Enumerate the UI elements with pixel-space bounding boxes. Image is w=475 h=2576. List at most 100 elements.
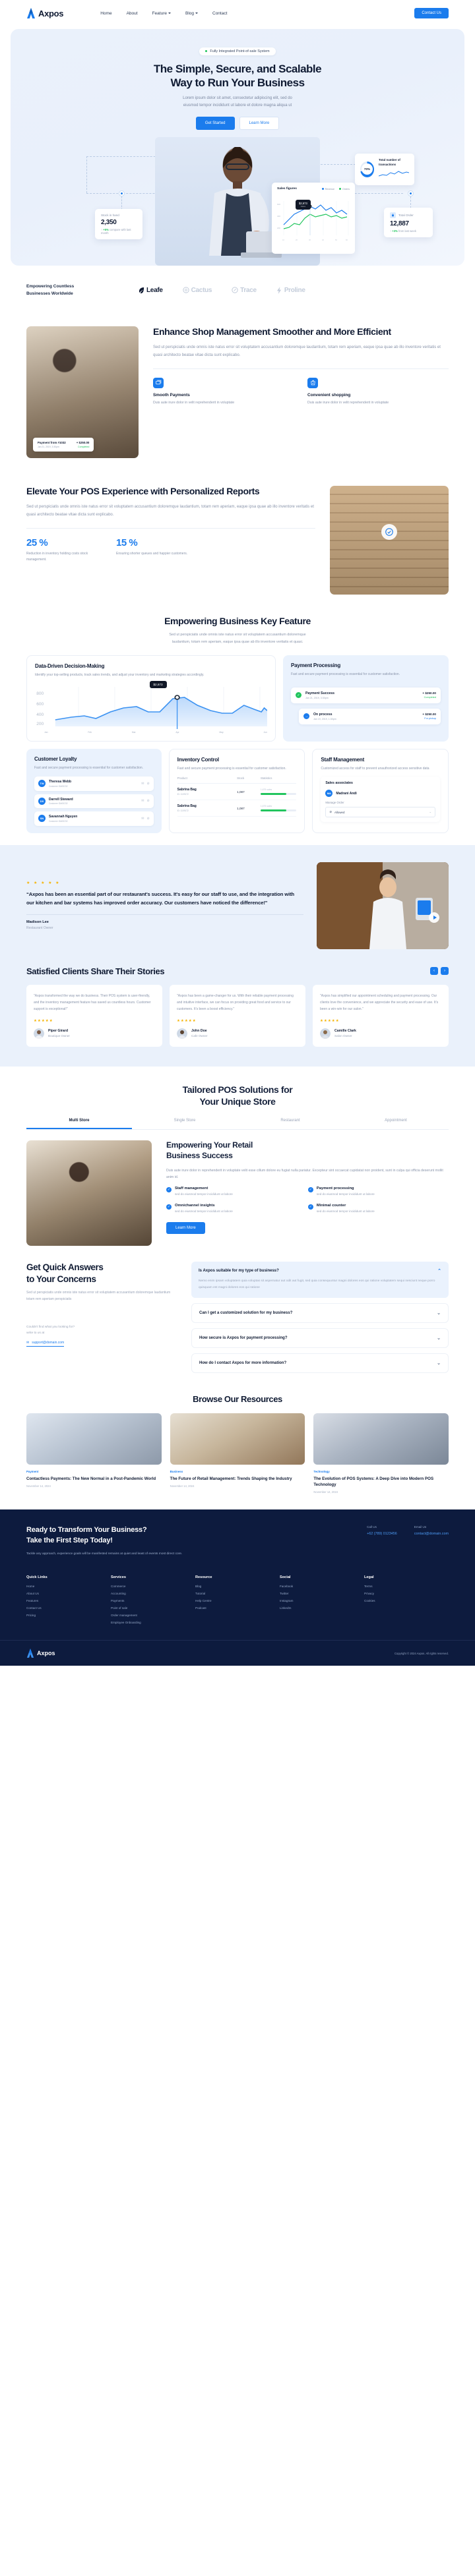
footer-link[interactable]: Payments (111, 1599, 195, 1602)
chevron-down-icon[interactable]: ⌄ (437, 1335, 441, 1341)
play-button-icon[interactable] (429, 912, 439, 923)
stat-desc: Reduction in inventory holding costs sto… (26, 551, 88, 562)
cta-call-value[interactable]: +62 (789) 0123456 (367, 1532, 397, 1536)
check-title: Omnichannel insights (175, 1203, 215, 1208)
feature-title: Smooth Payments (153, 392, 190, 397)
chevron-down-icon[interactable]: ⌄ (437, 1310, 441, 1316)
resource-card[interactable]: Payment Contactless Payments: The New No… (26, 1413, 162, 1494)
resource-card[interactable]: Technology The Evolution of POS Systems:… (313, 1413, 449, 1494)
data-card-desc: Identify your top-selling products, trac… (35, 673, 205, 678)
svg-text:400: 400 (36, 713, 44, 717)
feature-desc: Duis aute irure dolor in velit reprehend… (307, 400, 389, 405)
testimonial-card: "Axpos has simplified our appointment sc… (313, 984, 449, 1047)
chevron-down-icon[interactable]: ⌄ (437, 1361, 441, 1366)
resources-grid: Payment Contactless Payments: The New No… (0, 1413, 475, 1494)
status-dot-icon (205, 50, 208, 52)
resource-card[interactable]: Business The Future of Retail Management… (170, 1413, 305, 1494)
footer-link[interactable]: Cookies (364, 1599, 449, 1602)
tailored-tabs: Multi Store Single Store Restaurant Appo… (26, 1119, 449, 1130)
faq-item-open[interactable]: Is Axpos suitable for my type of busines… (191, 1262, 449, 1298)
manage-order-select[interactable]: ⊘ Allowed ⌄ (325, 807, 436, 818)
faq-item[interactable]: How secure is Axpos for payment processi… (191, 1328, 449, 1348)
brand-name: Axpos (38, 8, 64, 18)
list-item[interactable]: SN Savannah Nguyen Customer ID#00232 ✉ ⊘ (34, 811, 154, 826)
nav-link-blog[interactable]: Blog (185, 11, 198, 16)
carousel-next-button[interactable]: › (441, 967, 449, 976)
footer-link[interactable]: Accounting (111, 1592, 195, 1595)
support-email-link[interactable]: ✉ support@domain.com (26, 1341, 65, 1347)
footer-link[interactable]: Blog (195, 1585, 280, 1588)
tab-single-store[interactable]: Single Store (132, 1119, 238, 1129)
mail-icon[interactable]: ✉ (141, 799, 144, 803)
footer-logo[interactable]: Axpos (26, 1649, 55, 1658)
footer-link[interactable]: Twitter (280, 1592, 364, 1595)
tailored-title-line2: Your Unique Store (199, 1096, 276, 1107)
faq-question-row[interactable]: Can I get a customized solution for my b… (199, 1310, 441, 1316)
footer-link[interactable]: Commerce (111, 1585, 195, 1588)
tailored-panel: Empowering Your Retail Business Success … (26, 1140, 449, 1246)
chevron-up-icon[interactable]: ⌃ (437, 1268, 441, 1273)
block-icon[interactable]: ⊘ (146, 817, 149, 821)
brand-logo[interactable]: Axpos (26, 8, 64, 18)
faq-note-line1: Couldn't find what you looking for? (26, 1326, 75, 1330)
faq-item[interactable]: Can I get a customized solution for my b… (191, 1303, 449, 1323)
contact-us-button[interactable]: Contact Us (414, 8, 449, 18)
footer-link[interactable]: LinkedIn (280, 1606, 364, 1610)
block-icon[interactable]: ⊘ (146, 782, 149, 786)
nav-link-home[interactable]: Home (100, 11, 111, 16)
footer-link[interactable]: Facebook (280, 1585, 364, 1588)
mail-icon[interactable]: ✉ (141, 782, 144, 786)
footer-link[interactable]: Privacy (364, 1592, 449, 1595)
faq-item[interactable]: How do I contact Axpos for more informat… (191, 1353, 449, 1373)
faq-question-row[interactable]: How secure is Axpos for payment processi… (199, 1335, 441, 1341)
panel-checklist: ✓ Staff management sed do eiusmod tempor… (166, 1186, 449, 1214)
footer-link[interactable]: Point of sale (111, 1606, 195, 1610)
faq-question-row[interactable]: Is Axpos suitable for my type of busines… (199, 1268, 441, 1273)
staff-title: Staff Management (321, 756, 365, 763)
footer-link[interactable]: Pricing (26, 1614, 111, 1617)
brands-label-line1: Empowering Countless (26, 284, 75, 289)
footer-link[interactable]: Help Centre (195, 1599, 280, 1602)
faq-question-row[interactable]: How do I contact Axpos for more informat… (199, 1361, 441, 1366)
resource-image (26, 1413, 162, 1465)
tab-multi-store[interactable]: Multi Store (26, 1119, 132, 1130)
cta-email-value[interactable]: contact@domain.com (414, 1532, 449, 1536)
testimonial-video[interactable] (317, 862, 449, 949)
panel-desc: Duis aute irure dolor in reprehenderit i… (166, 1169, 443, 1180)
tab-restaurant[interactable]: Restaurant (238, 1119, 343, 1129)
footer-link[interactable]: Podcast (195, 1606, 280, 1610)
get-started-button[interactable]: Get Started (195, 117, 235, 131)
learn-more-button[interactable]: Learn More (239, 117, 280, 131)
footer-link[interactable]: Employee Onboarding (111, 1621, 195, 1624)
footer-link[interactable]: Home (26, 1585, 111, 1588)
payment-row-status: For pickup (424, 717, 436, 720)
footer-link[interactable]: Terms (364, 1585, 449, 1588)
loyalty-desc: Fast and secure payment processing is es… (34, 765, 144, 770)
check-desc: sed do eiusmod tempor incididunt ut labo… (175, 1192, 233, 1196)
panel-learn-more-button[interactable]: Learn More (166, 1222, 205, 1235)
donut-title-line1: Total number of (379, 158, 400, 162)
payment-row-success: ✓ Payment Success Jan 21, 2019, 3:30pm +… (290, 687, 441, 703)
footer-link[interactable]: Order management (111, 1614, 195, 1617)
footer-link[interactable]: About Us (26, 1592, 111, 1595)
tailored-title: Tailored POS Solutions for Your Unique S… (26, 1084, 449, 1109)
tab-appointment[interactable]: Appointment (343, 1119, 449, 1129)
footer-link[interactable]: Instagram (280, 1599, 364, 1602)
stock-card-label: Stock in hand (101, 214, 119, 218)
list-item[interactable]: DS Darrell Steward Customer ID#00232 ✉ ⊘ (34, 794, 154, 809)
cta-description: Tackle any approach, experience goals wi… (26, 1552, 183, 1556)
order-card-delta: ↑ +3% from last week (390, 229, 416, 233)
nav-link-feature[interactable]: Feature (152, 11, 171, 16)
footer-link[interactable]: Features (26, 1599, 111, 1602)
list-item[interactable]: TW Theresa Webb Customer ID#00232 ✉ ⊘ (34, 776, 154, 791)
footer-link[interactable]: Contact Us (26, 1606, 111, 1610)
key-feature-description: Sed ut perspiciatis unde omnis iste natu… (26, 631, 449, 646)
select-value: Allowed (334, 810, 345, 814)
nav-link-about[interactable]: About (127, 11, 138, 16)
carousel-prev-button[interactable]: ‹ (430, 967, 438, 976)
footer-link[interactable]: Tutorial (195, 1592, 280, 1595)
block-icon[interactable]: ⊘ (146, 799, 149, 803)
nav-link-contact[interactable]: Contact (212, 11, 227, 16)
faq-answer: Nemo enim ipsam voluptatem quia voluptas… (199, 1279, 435, 1289)
mail-icon[interactable]: ✉ (141, 817, 144, 821)
